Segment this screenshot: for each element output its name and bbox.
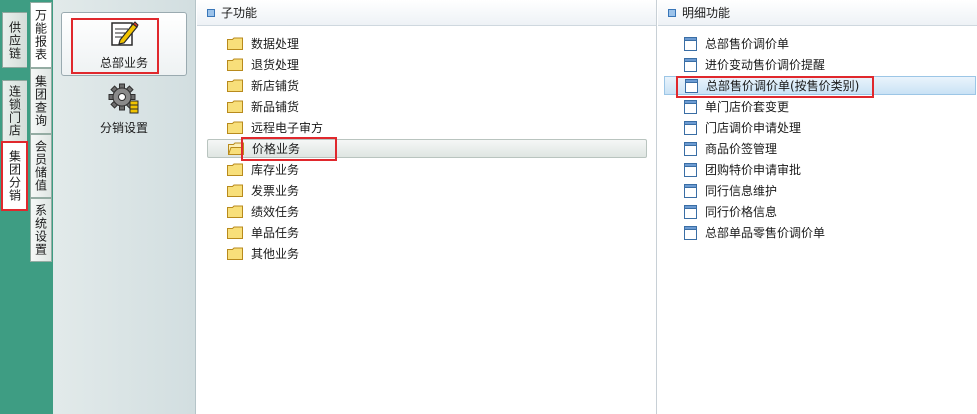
module-distribution-settings[interactable]: 分销设置	[61, 76, 187, 140]
document-icon	[684, 36, 697, 51]
document-icon	[684, 141, 697, 156]
sub-item-return-processing[interactable]: 退货处理	[207, 55, 647, 74]
sub-item-label: 退货处理	[251, 58, 300, 72]
sub-item-new-product-stocking[interactable]: 新品铺货	[207, 97, 647, 116]
detail-item-competitor-info-maintenance[interactable]: 同行信息维护	[664, 181, 976, 200]
detail-item-label: 同行信息维护	[705, 184, 778, 198]
inner-tab-universal-report[interactable]: 万能报表	[30, 2, 52, 68]
document-icon	[684, 183, 697, 198]
detail-item-label: 总部单品零售价调价单	[705, 226, 826, 240]
outer-tab-chain-stores[interactable]: 连锁门店	[2, 80, 27, 142]
sub-item-remote-e-prescription[interactable]: 远程电子审方	[207, 118, 647, 137]
gear-icon	[108, 83, 139, 114]
sub-item-label: 其他业务	[251, 247, 300, 261]
folder-icon	[227, 184, 243, 197]
inner-tab-group-query[interactable]: 集团查询	[30, 68, 52, 134]
header-square-icon	[207, 8, 215, 17]
folder-icon	[227, 226, 243, 239]
detail-item-label: 单门店价套变更	[705, 100, 790, 114]
folder-icon	[227, 37, 243, 50]
open-folder-icon	[228, 142, 244, 155]
detail-function-header: 明细功能	[658, 0, 977, 26]
document-icon	[684, 162, 697, 177]
folder-icon	[227, 79, 243, 92]
sub-item-label: 新品铺货	[251, 100, 300, 114]
sub-item-label: 绩效任务	[251, 205, 300, 219]
sub-item-label: 库存业务	[251, 163, 300, 177]
document-icon	[684, 120, 697, 135]
inner-tab-strip: 万能报表 集团查询 会员储值 系统设置	[29, 0, 53, 414]
sub-item-label: 发票业务	[251, 184, 300, 198]
sub-item-other-business[interactable]: 其他业务	[207, 244, 647, 263]
sub-item-single-product-tasks[interactable]: 单品任务	[207, 223, 647, 242]
outer-tab-strip: 供应链 连锁门店 集团分销	[0, 0, 29, 414]
detail-item-competitor-price-info[interactable]: 同行价格信息	[664, 202, 976, 221]
detail-item-label: 总部售价调价单	[705, 37, 790, 51]
sub-item-invoice-business[interactable]: 发票业务	[207, 181, 647, 200]
detail-item-purchase-price-change-reminder[interactable]: 进价变动售价调价提醒	[664, 55, 976, 74]
module-hq-business[interactable]: 总部业务	[61, 12, 187, 76]
module-label: 分销设置	[99, 121, 148, 135]
detail-item-single-store-price-set-change[interactable]: 单门店价套变更	[664, 97, 976, 116]
detail-item-label: 进价变动售价调价提醒	[705, 58, 826, 72]
sub-function-title: 子功能	[221, 6, 258, 20]
sub-item-label: 价格业务	[252, 142, 301, 156]
sub-item-performance-tasks[interactable]: 绩效任务	[207, 202, 647, 221]
detail-item-hq-price-adjustment-by-category[interactable]: 总部售价调价单(按售价类别)	[664, 76, 976, 95]
detail-item-price-tag-management[interactable]: 商品价签管理	[664, 139, 976, 158]
header-square-icon	[668, 8, 676, 17]
pen-on-doc-icon	[111, 21, 139, 46]
folder-icon	[227, 100, 243, 113]
document-icon	[684, 204, 697, 219]
sub-item-label: 数据处理	[251, 37, 300, 51]
folder-icon	[227, 58, 243, 71]
inner-tab-system-settings[interactable]: 系统设置	[30, 198, 52, 262]
sub-item-label: 远程电子审方	[251, 121, 324, 135]
sub-item-pricing-business[interactable]: 价格业务	[207, 139, 647, 158]
detail-item-label: 总部售价调价单(按售价类别)	[706, 79, 860, 93]
detail-function-title: 明细功能	[682, 6, 731, 20]
document-icon	[684, 57, 697, 72]
sub-item-label: 单品任务	[251, 226, 300, 240]
sub-item-inventory-business[interactable]: 库存业务	[207, 160, 647, 179]
sub-item-label: 新店铺货	[251, 79, 300, 93]
detail-item-label: 同行价格信息	[705, 205, 778, 219]
detail-item-group-buy-special-price-approval[interactable]: 团购特价申请审批	[664, 160, 976, 179]
document-icon	[684, 99, 697, 114]
sub-function-panel: 子功能 数据处理 退货处理 新店铺货 新品铺货 远程电子审方 价格业务 库存业务…	[197, 0, 657, 414]
detail-item-label: 商品价签管理	[705, 142, 778, 156]
detail-item-label: 团购特价申请审批	[705, 163, 802, 177]
outer-tab-group-distribution[interactable]: 集团分销	[1, 141, 28, 211]
folder-icon	[227, 121, 243, 134]
inner-tab-member-stored-value[interactable]: 会员储值	[30, 134, 52, 198]
detail-item-store-price-request-handling[interactable]: 门店调价申请处理	[664, 118, 976, 137]
document-icon	[685, 78, 698, 93]
document-icon	[684, 225, 697, 240]
sub-function-header: 子功能	[197, 0, 656, 26]
detail-function-panel: 明细功能 总部售价调价单 进价变动售价调价提醒 总部售价调价单(按售价类别) 单…	[658, 0, 977, 414]
sub-item-new-store-stocking[interactable]: 新店铺货	[207, 76, 647, 95]
folder-icon	[227, 247, 243, 260]
folder-icon	[227, 205, 243, 218]
sub-item-data-processing[interactable]: 数据处理	[207, 34, 647, 53]
module-label: 总部业务	[99, 56, 148, 70]
folder-icon	[227, 163, 243, 176]
module-panel: 总部业务 分销设置	[53, 0, 196, 414]
detail-item-hq-price-adjustment[interactable]: 总部售价调价单	[664, 34, 976, 53]
detail-item-label: 门店调价申请处理	[705, 121, 802, 135]
detail-item-hq-single-product-retail-price-adjustment[interactable]: 总部单品零售价调价单	[664, 223, 976, 242]
outer-tab-supply-chain[interactable]: 供应链	[2, 12, 27, 68]
